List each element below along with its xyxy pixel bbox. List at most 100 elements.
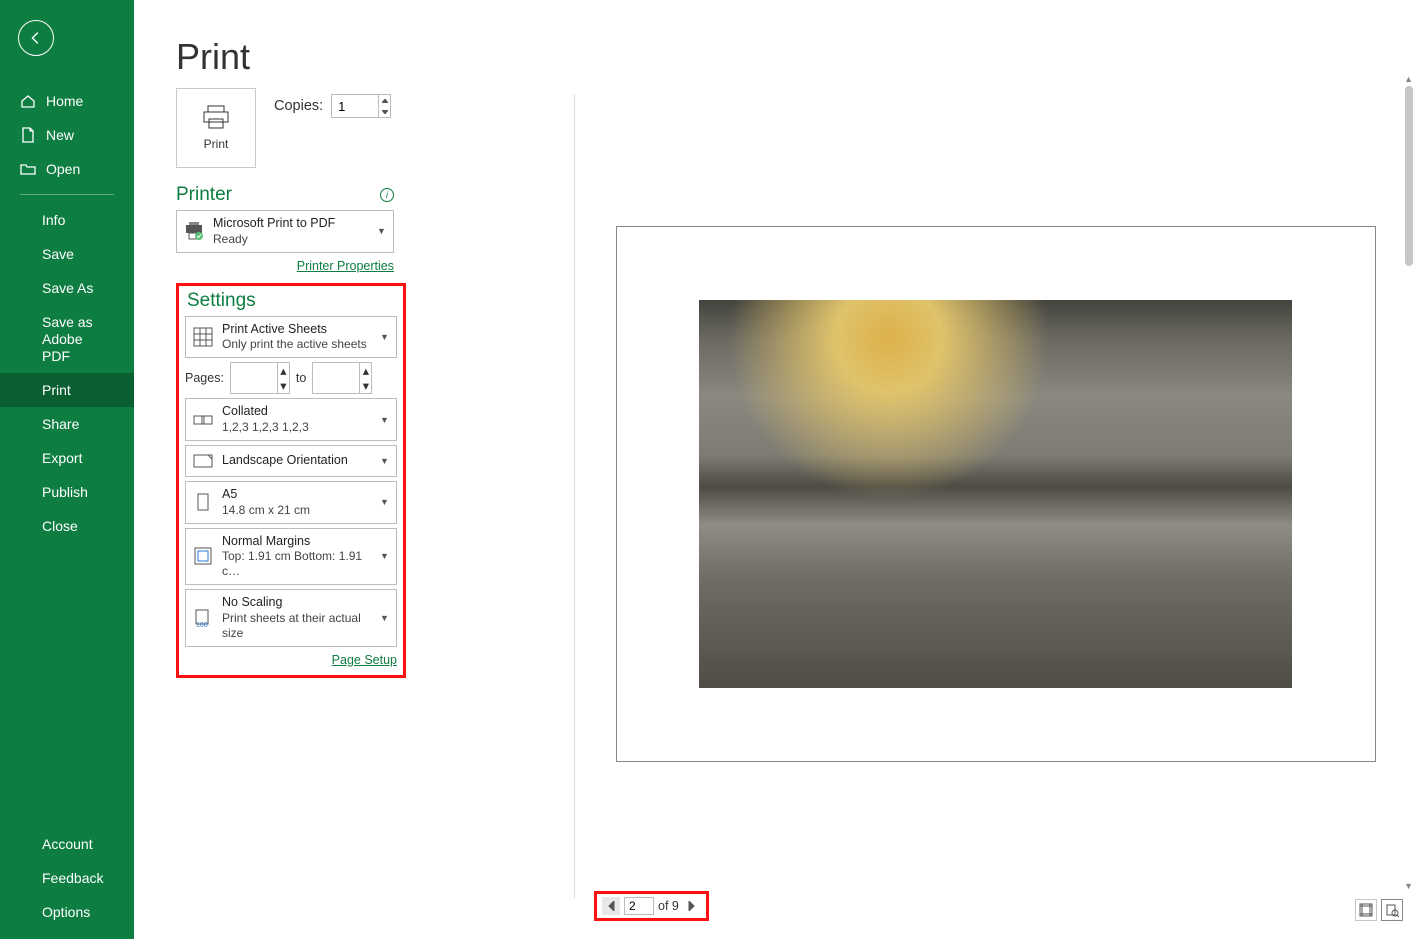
copies-input[interactable] xyxy=(332,95,378,117)
dropdown-sub-label: Only print the active sheets xyxy=(222,337,372,352)
sidebar-info[interactable]: Info xyxy=(0,203,134,237)
settings-highlight-box: Settings Print Active Sheets Only print … xyxy=(176,283,406,678)
chevron-down-icon: ▼ xyxy=(380,613,390,623)
info-icon[interactable]: i xyxy=(380,188,394,202)
pages-from-input[interactable] xyxy=(231,363,277,383)
sidebar-print[interactable]: Print xyxy=(0,373,134,407)
scroll-up-arrow-icon[interactable]: ▲ xyxy=(1404,74,1413,84)
orientation-dropdown[interactable]: Landscape Orientation ▼ xyxy=(185,445,397,477)
sidebar-share[interactable]: Share xyxy=(0,407,134,441)
backstage-sidebar: Home New Open Info Save Save As Save as … xyxy=(0,0,134,939)
scale-icon: 100 xyxy=(192,607,214,629)
pages-to-spinner[interactable]: ▴▾ xyxy=(312,362,372,394)
printer-properties-link[interactable]: Printer Properties xyxy=(176,259,394,273)
sidebar-publish[interactable]: Publish xyxy=(0,475,134,509)
current-page-input[interactable] xyxy=(624,897,654,915)
paper-size-dropdown[interactable]: A5 14.8 cm x 21 cm ▼ xyxy=(185,481,397,524)
down-arrow-icon[interactable]: ▾ xyxy=(359,378,371,393)
copies-label: Copies: xyxy=(274,98,323,114)
preview-scrollbar[interactable] xyxy=(1405,86,1413,266)
pager-highlight-box: of 9 xyxy=(594,891,709,921)
collated-icon xyxy=(192,409,214,431)
copies-spinner[interactable] xyxy=(331,94,391,118)
up-arrow-icon[interactable]: ▴ xyxy=(359,363,371,378)
sidebar-item-label: Options xyxy=(42,904,90,920)
open-icon xyxy=(20,161,36,177)
margins-dropdown[interactable]: Normal Margins Top: 1.91 cm Bottom: 1.91… xyxy=(185,528,397,586)
dropdown-sub-label: 14.8 cm x 21 cm xyxy=(222,503,372,518)
print-area-dropdown[interactable]: Print Active Sheets Only print the activ… xyxy=(185,316,397,359)
up-arrow-icon[interactable]: ▴ xyxy=(277,363,289,378)
landscape-icon xyxy=(192,450,214,472)
pages-to-input[interactable] xyxy=(313,363,359,383)
print-preview-pane xyxy=(594,100,1397,887)
page-preview xyxy=(616,226,1376,762)
sidebar-open[interactable]: Open xyxy=(0,152,134,186)
page-title: Print xyxy=(176,36,406,78)
sidebar-item-label: Save As xyxy=(42,280,93,296)
printer-device-icon xyxy=(183,220,205,242)
down-arrow-icon[interactable]: ▾ xyxy=(277,378,289,393)
dropdown-main-label: A5 xyxy=(222,487,372,503)
sidebar-saveas[interactable]: Save As xyxy=(0,271,134,305)
page-icon xyxy=(192,491,214,513)
chevron-down-icon: ▼ xyxy=(380,332,390,342)
dropdown-sub-label: 1,2,3 1,2,3 1,2,3 xyxy=(222,420,372,435)
sidebar-item-label: New xyxy=(46,127,74,143)
dropdown-main-label: Collated xyxy=(222,404,372,420)
chevron-down-icon: ▼ xyxy=(380,415,390,425)
printer-section-title: Printer xyxy=(176,184,232,206)
copies-up[interactable] xyxy=(378,95,390,106)
sidebar-save-adobe-pdf[interactable]: Save as Adobe PDF xyxy=(0,305,134,373)
sidebar-item-label: Print xyxy=(42,382,71,398)
printer-name: Microsoft Print to PDF xyxy=(213,216,369,232)
sidebar-options[interactable]: Options xyxy=(0,895,134,929)
file-icon xyxy=(20,127,36,143)
print-button-label: Print xyxy=(204,137,229,151)
print-button[interactable]: Print xyxy=(176,88,256,168)
zoom-to-page-button[interactable] xyxy=(1381,899,1403,921)
printer-icon xyxy=(202,105,230,129)
pages-from-spinner[interactable]: ▴▾ xyxy=(230,362,290,394)
dropdown-main-label: No Scaling xyxy=(222,595,372,611)
printer-dropdown[interactable]: Microsoft Print to PDF Ready ▼ xyxy=(176,210,394,253)
home-icon xyxy=(20,93,36,109)
preview-image xyxy=(699,300,1292,688)
settings-section-title: Settings xyxy=(187,290,397,312)
dropdown-main-label: Normal Margins xyxy=(222,534,372,550)
chevron-down-icon: ▼ xyxy=(380,497,390,507)
prev-page-button[interactable] xyxy=(602,897,620,915)
sidebar-item-label: Close xyxy=(42,518,78,534)
page-count-label: of 9 xyxy=(658,899,679,913)
scaling-dropdown[interactable]: 100 No Scaling Print sheets at their act… xyxy=(185,589,397,647)
sidebar-home[interactable]: Home xyxy=(0,84,134,118)
show-margins-button[interactable] xyxy=(1355,899,1377,921)
sidebar-close[interactable]: Close xyxy=(0,509,134,543)
chevron-down-icon: ▼ xyxy=(380,456,390,466)
sidebar-item-label: Feedback xyxy=(42,870,103,886)
sidebar-account[interactable]: Account xyxy=(0,827,134,861)
back-button[interactable] xyxy=(18,20,54,56)
sidebar-export[interactable]: Export xyxy=(0,441,134,475)
sidebar-feedback[interactable]: Feedback xyxy=(0,861,134,895)
copies-down[interactable] xyxy=(378,106,390,117)
sidebar-item-label: Save as Adobe PDF xyxy=(42,314,114,364)
sidebar-item-label: Open xyxy=(46,161,80,177)
sidebar-save[interactable]: Save xyxy=(0,237,134,271)
chevron-down-icon: ▼ xyxy=(380,551,390,561)
collation-dropdown[interactable]: Collated 1,2,3 1,2,3 1,2,3 ▼ xyxy=(185,398,397,441)
sidebar-item-label: Share xyxy=(42,416,79,432)
sidebar-item-label: Home xyxy=(46,93,83,109)
pages-to-label: to xyxy=(296,371,306,385)
dropdown-sub-label: Print sheets at their actual size xyxy=(222,611,372,641)
page-setup-link[interactable]: Page Setup xyxy=(185,653,397,667)
scroll-down-arrow-icon[interactable]: ▼ xyxy=(1404,881,1413,891)
chevron-down-icon: ▼ xyxy=(377,226,387,236)
sidebar-item-label: Info xyxy=(42,212,65,228)
next-page-button[interactable] xyxy=(683,897,701,915)
dropdown-main-label: Landscape Orientation xyxy=(222,453,372,469)
dropdown-sub-label: Top: 1.91 cm Bottom: 1.91 c… xyxy=(222,549,372,579)
sidebar-item-label: Account xyxy=(42,836,93,852)
sidebar-new[interactable]: New xyxy=(0,118,134,152)
sidebar-item-label: Publish xyxy=(42,484,88,500)
